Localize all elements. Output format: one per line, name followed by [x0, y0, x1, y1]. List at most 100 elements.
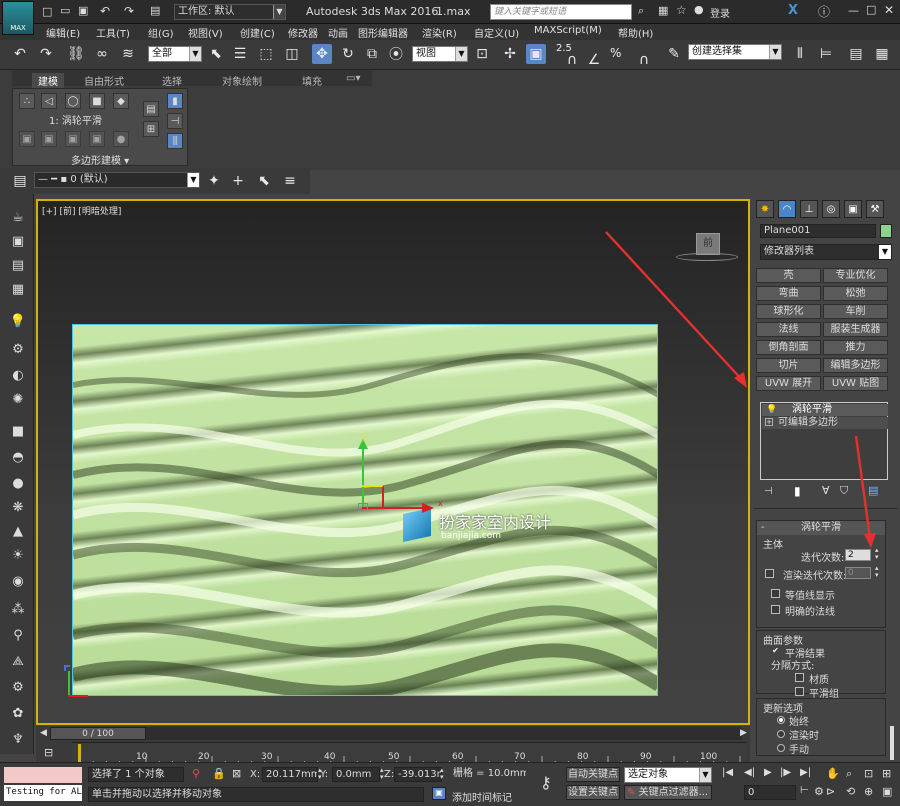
- rollout-header[interactable]: - 涡轮平滑: [757, 521, 885, 535]
- modify-tab-icon[interactable]: ◠: [778, 200, 796, 218]
- maximize-viewport-icon[interactable]: ▣: [882, 785, 892, 798]
- new-file-icon[interactable]: □: [42, 5, 52, 18]
- time-tag-icon[interactable]: ▣: [432, 787, 446, 800]
- object-name-field[interactable]: Plane001: [760, 224, 876, 238]
- reference-coordinate-select[interactable]: 视图 ▼: [412, 46, 468, 62]
- isolate-selection-icon[interactable]: ⚲: [192, 767, 200, 780]
- border-icon[interactable]: ◯: [65, 93, 81, 109]
- select-by-name-icon[interactable]: ☰: [230, 44, 250, 64]
- redo-icon[interactable]: ↷: [36, 44, 56, 64]
- align-icon[interactable]: ⊨: [816, 44, 836, 64]
- y-coord-spinner-icon[interactable]: ▴ ▾: [380, 767, 384, 781]
- menu-graph-editors[interactable]: 图形编辑器: [358, 25, 408, 40]
- add-time-tag-label[interactable]: 添加时间标记: [452, 789, 512, 804]
- time-scroll-left-icon[interactable]: ◀: [40, 728, 47, 738]
- menu-modifiers[interactable]: 修改器: [288, 25, 318, 40]
- zoom-icon[interactable]: ⌕: [846, 767, 852, 781]
- app-logo-button[interactable]: MAX: [2, 1, 34, 35]
- maxscript-listener[interactable]: [4, 767, 82, 783]
- materials-checkbox[interactable]: [795, 673, 804, 682]
- go-to-start-icon[interactable]: |◀: [722, 767, 733, 778]
- move-gizmo[interactable]: y x: [358, 433, 448, 513]
- tab-populate[interactable]: 填充: [302, 73, 322, 88]
- explicit-normals-checkbox[interactable]: [771, 605, 780, 614]
- menu-rendering[interactable]: 渲染(R): [422, 25, 457, 40]
- modifier-slice-button[interactable]: 切片: [756, 358, 821, 373]
- toggle-command-panel-icon[interactable]: ▤: [143, 101, 159, 117]
- z-coord-input[interactable]: -39.013mm: [394, 767, 442, 782]
- menu-customize[interactable]: 自定义(U): [474, 25, 519, 40]
- layers-icon[interactable]: ▤: [10, 171, 30, 191]
- make-unique-icon[interactable]: ∀: [822, 484, 830, 497]
- menu-group[interactable]: 组(G): [148, 25, 174, 40]
- modifier-uvw-map-button[interactable]: UVW 贴图: [823, 376, 888, 391]
- pin-stack-icon[interactable]: ▣: [19, 131, 35, 147]
- create-tab-icon[interactable]: ✸: [756, 200, 774, 218]
- configure-modifier-sets-icon[interactable]: ▤: [868, 484, 878, 497]
- edge-icon[interactable]: ◁: [41, 93, 57, 109]
- smooth-result-checkbox[interactable]: ✔: [771, 647, 780, 656]
- pin-stack-icon[interactable]: ⊣: [764, 486, 773, 497]
- select-in-layer-icon[interactable]: ⬉: [254, 171, 274, 191]
- ribbon-options-icon[interactable]: ▭▾: [346, 73, 360, 84]
- search-input[interactable]: 键入关键字或短语: [490, 4, 632, 20]
- open-file-icon[interactable]: ▭: [60, 4, 70, 17]
- hair-icon[interactable]: ♆: [9, 730, 27, 748]
- bookmark-icon[interactable]: ▦: [658, 4, 668, 17]
- zoom-all-icon[interactable]: ⊞: [882, 767, 891, 780]
- disc-icon[interactable]: ◉: [9, 572, 27, 590]
- modifier-garment-maker-button[interactable]: 服装生成器: [823, 322, 888, 337]
- update-manually-radio[interactable]: [777, 744, 785, 752]
- hemisphere-icon[interactable]: ◓: [9, 448, 27, 466]
- select-rotate-icon[interactable]: ↻: [338, 44, 358, 64]
- modifier-bend-button[interactable]: 弯曲: [756, 286, 821, 301]
- layer-manager-icon[interactable]: ▤: [846, 44, 866, 64]
- viewport-shading-label[interactable]: [明暗处理]: [78, 207, 121, 217]
- z-coord-spinner-icon[interactable]: ▴ ▾: [440, 767, 444, 781]
- edit-named-sets-icon[interactable]: ✎: [664, 44, 684, 64]
- material-editor-icon[interactable]: ▣: [9, 232, 27, 250]
- viewport-view-label[interactable]: [前]: [59, 207, 75, 217]
- create-layer-icon[interactable]: +: [228, 171, 248, 191]
- manipulate-icon[interactable]: ✢: [500, 44, 520, 64]
- collapse-icon[interactable]: -: [761, 521, 765, 535]
- walk-through-icon[interactable]: ⊕: [864, 785, 873, 798]
- expand-plus-icon[interactable]: +: [765, 418, 773, 426]
- workspace-select[interactable]: 工作区: 默认 ▼: [174, 4, 286, 20]
- show-end-result-icon[interactable]: ▮: [794, 484, 801, 498]
- mirror-icon[interactable]: ⫴: [790, 44, 810, 64]
- viewport-label[interactable]: [+] [前] [明暗处理]: [42, 204, 121, 217]
- ribbon-pin-icon[interactable]: ⊣: [167, 113, 183, 129]
- menu-views[interactable]: 视图(V): [188, 25, 223, 40]
- set-key-button[interactable]: 设置关键点: [566, 785, 620, 800]
- front-viewport[interactable]: [+] [前] [明暗处理] 前 扮家家室内设计 banjiajia.com y…: [36, 199, 750, 725]
- undo-icon[interactable]: ↶: [10, 44, 30, 64]
- spinner-snap-icon[interactable]: ∩: [634, 50, 654, 70]
- time-scroll-right-icon[interactable]: ▶: [740, 728, 747, 738]
- gear-icon[interactable]: ⚙: [9, 678, 27, 696]
- tab-freeform[interactable]: 自由形式: [84, 73, 124, 88]
- play-icon[interactable]: ▶: [764, 767, 772, 778]
- undo-icon[interactable]: ↶: [100, 4, 110, 18]
- gizmo-x-axis[interactable]: [362, 507, 424, 509]
- smoothing-groups-checkbox[interactable]: [795, 687, 804, 696]
- rect-selection-icon[interactable]: ⬚: [256, 44, 276, 64]
- menu-edit[interactable]: 编辑(E): [46, 25, 80, 40]
- auto-key-button[interactable]: 自动关键点: [566, 767, 620, 782]
- exchange-icon[interactable]: X: [788, 3, 798, 18]
- absolute-mode-icon[interactable]: ⊠: [232, 767, 241, 780]
- prev-frame-icon[interactable]: ◀|: [744, 767, 755, 778]
- placement-icon[interactable]: ⦿: [386, 44, 406, 64]
- element-icon[interactable]: ◆: [113, 93, 129, 109]
- window-crossing-icon[interactable]: ◫: [282, 44, 302, 64]
- display-tab-icon[interactable]: ▣: [844, 200, 862, 218]
- box-icon[interactable]: ■: [9, 422, 27, 440]
- utilities-tab-icon[interactable]: ⚒: [866, 200, 884, 218]
- sun-icon[interactable]: ☀: [9, 546, 27, 564]
- shell-icon[interactable]: ❋: [9, 498, 27, 516]
- foliage-icon[interactable]: ✿: [9, 704, 27, 722]
- lock-selection-icon[interactable]: 🔒: [212, 767, 226, 780]
- angle-snap-icon[interactable]: ∠: [584, 50, 604, 70]
- polygon-icon[interactable]: ■: [89, 93, 105, 109]
- binoculars-icon[interactable]: ⌕: [638, 4, 644, 18]
